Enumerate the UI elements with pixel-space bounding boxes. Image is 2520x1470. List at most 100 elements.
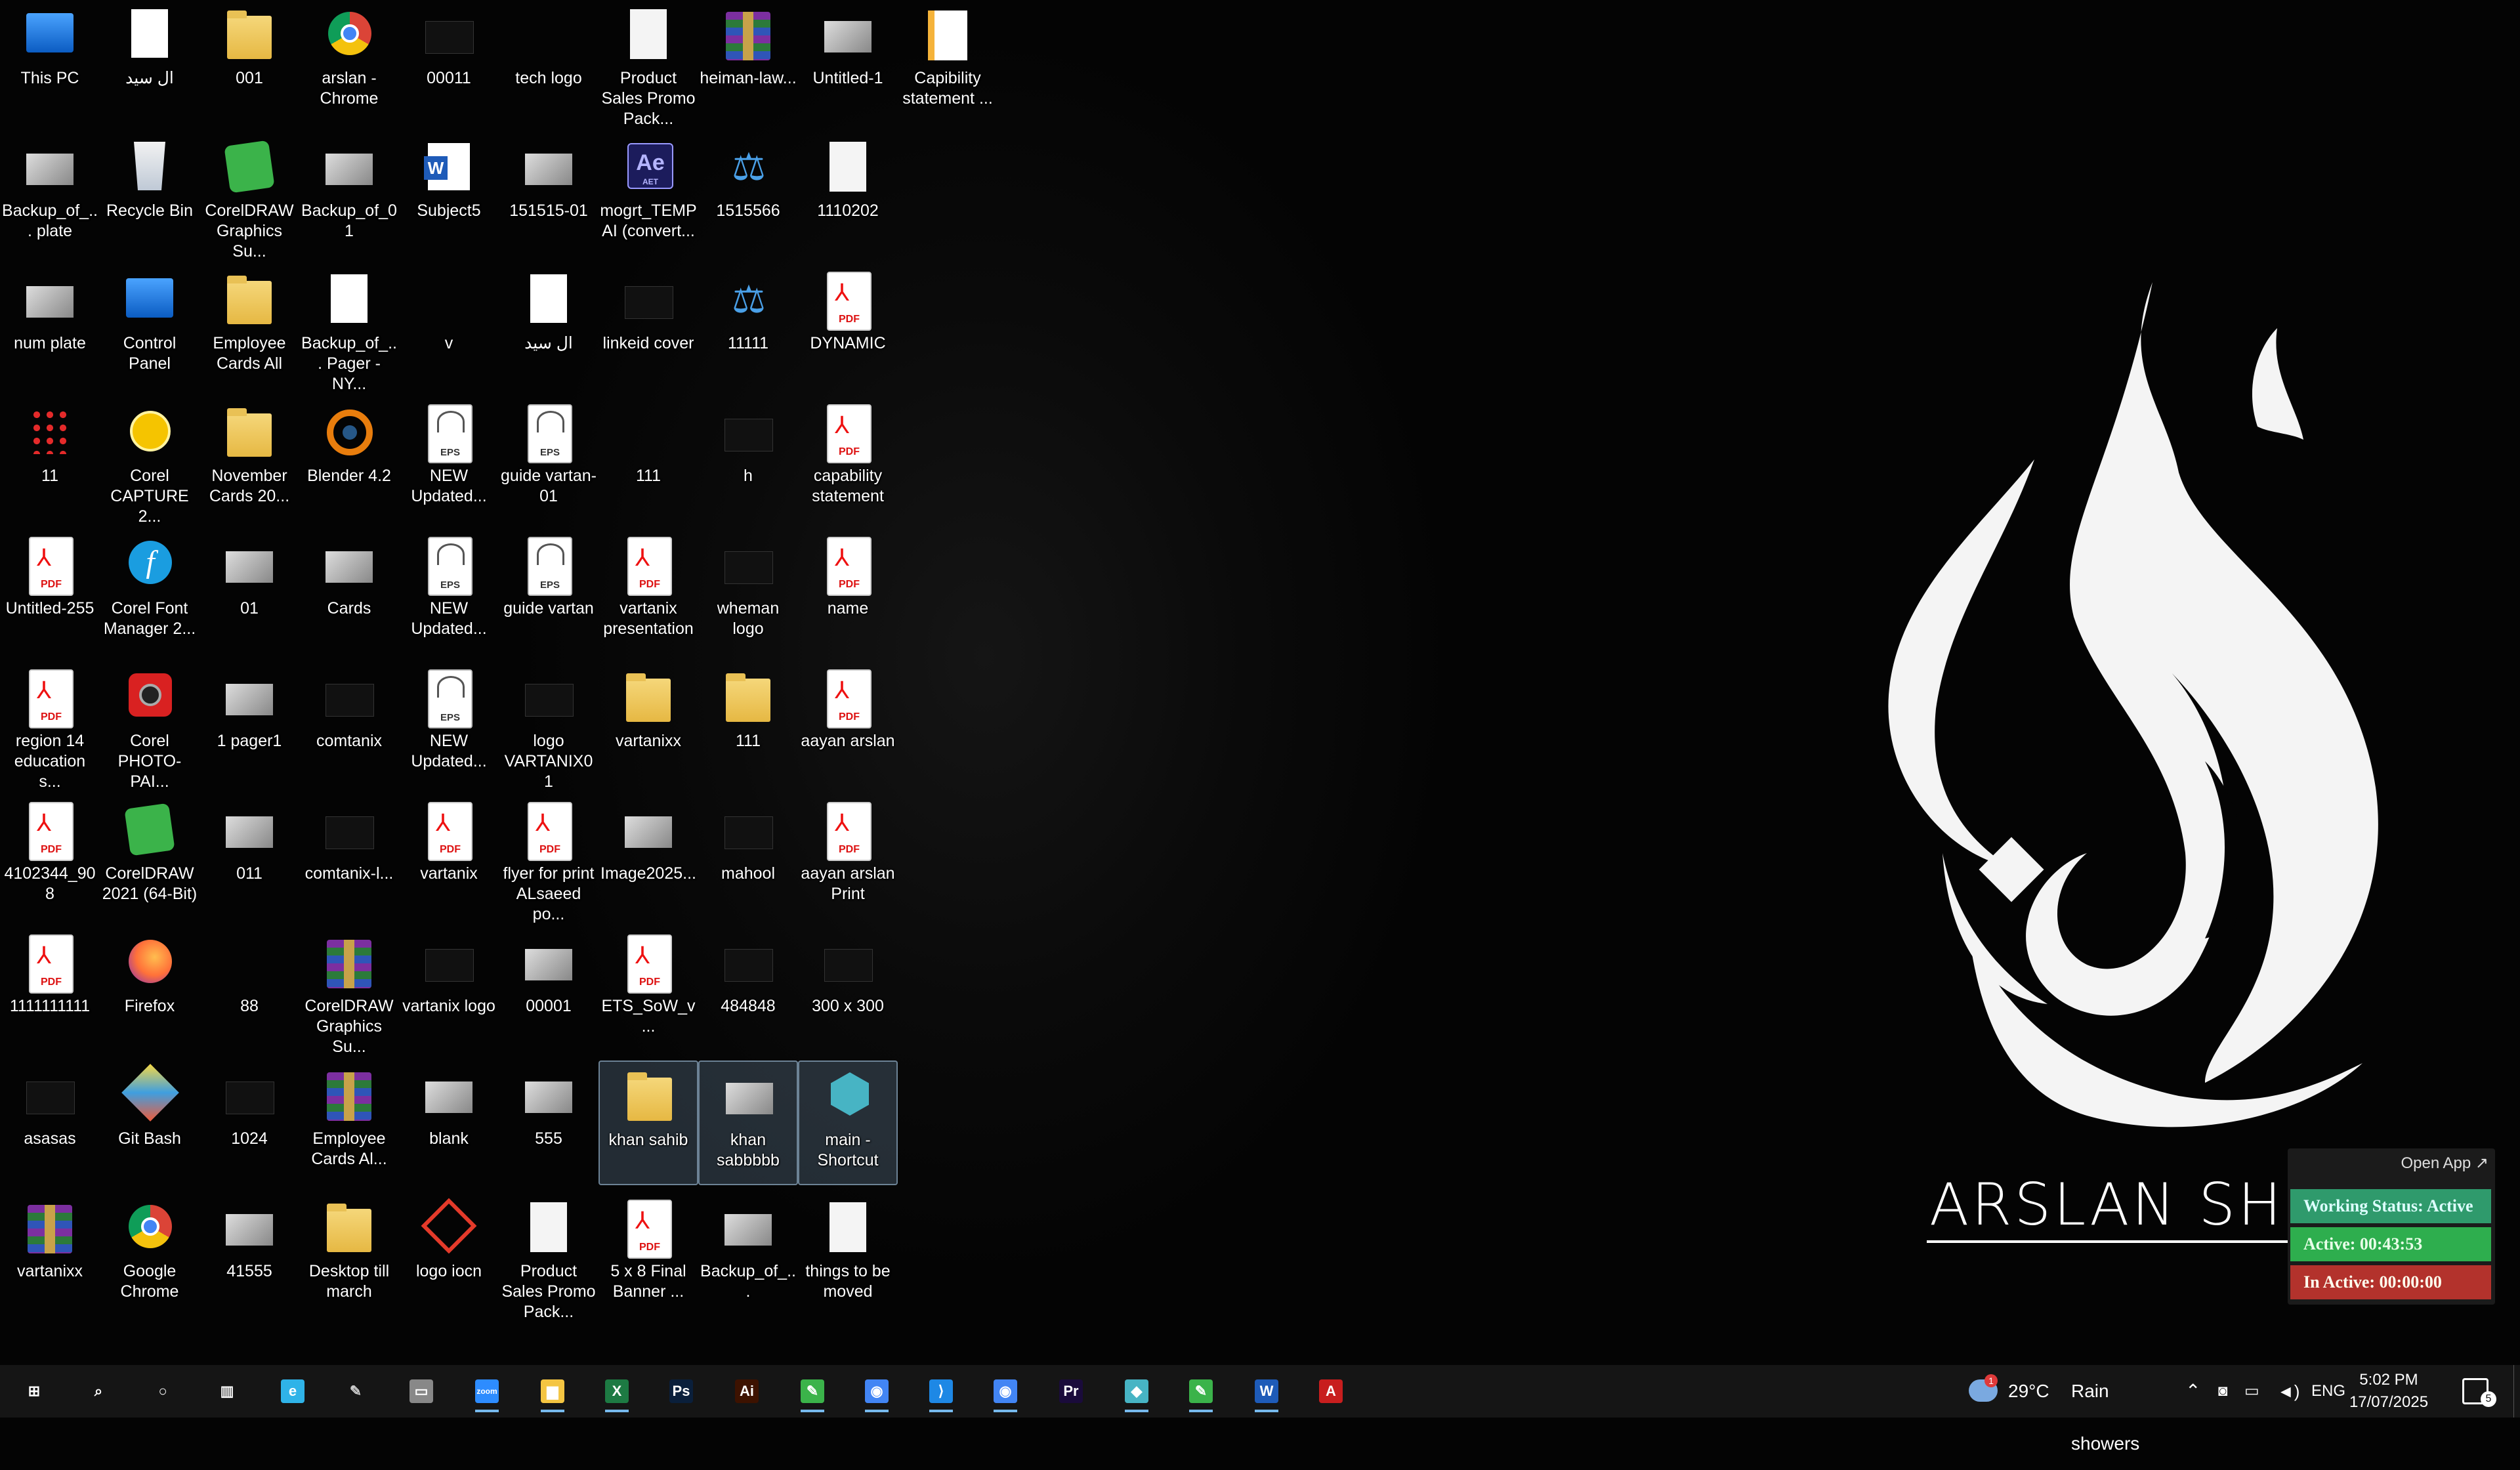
desktop[interactable]: ARSLAN SHEIKH This PC Backup_of_... plate… — [0, 0, 2520, 1365]
desktop-icon-corel-capture-2[interactable]: Corel CAPTURE 2... — [100, 398, 200, 526]
desktop-icon-employee-cards-al[interactable]: Employee Cards Al... — [299, 1060, 399, 1185]
desktop-icon-comtanix[interactable]: comtanix — [299, 663, 399, 788]
taskbar-acrobat-button[interactable]: A — [1310, 1370, 1352, 1412]
desktop-icon-151515-01[interactable]: 151515-01 — [499, 133, 598, 257]
taskbar-illustrator-button[interactable]: Ai — [726, 1370, 768, 1412]
desktop-icon-region-14-education-s[interactable]: ⅄region 14 education s... — [0, 663, 100, 791]
desktop-icon-comtanix-l[interactable]: comtanix-l... — [299, 795, 399, 920]
taskbar-photoshop-button[interactable]: Ps — [660, 1370, 702, 1412]
desktop-icon-blender-4-2[interactable]: Blender 4.2 — [299, 398, 399, 522]
network-icon[interactable]: ▭ — [2244, 1365, 2259, 1418]
desktop-icon-wheman-logo[interactable]: wheman logo — [698, 530, 798, 655]
desktop-icon-vartanix-logo[interactable]: vartanix logo — [399, 928, 499, 1053]
taskbar-chrome-profile-button[interactable]: ◉ — [984, 1370, 1026, 1412]
taskbar-terminal-button[interactable]: ▭ — [400, 1370, 442, 1412]
desktop-icon-corel-photo-pai[interactable]: Corel PHOTO-PAI... — [100, 663, 200, 791]
desktop-icon-coreldraw-graphics-su[interactable]: CorelDRAW Graphics Su... — [200, 133, 299, 261]
desktop-icon-new-updated[interactable]: NEW Updated... — [399, 398, 499, 522]
desktop-icon-h[interactable]: h — [698, 398, 798, 522]
desktop-icon-ال-سيد[interactable]: ال سيد — [499, 265, 598, 390]
desktop-icon-flyer-for-print-alsaeed-po[interactable]: ⅄flyer for print ALsaeed po... — [499, 795, 598, 923]
desktop-icon-1024[interactable]: 1024 — [200, 1060, 299, 1185]
taskbar-premiere-button[interactable]: Pr — [1050, 1370, 1092, 1412]
meet-now-icon[interactable]: ◙ — [2218, 1365, 2228, 1418]
desktop-icon-control-panel[interactable]: Control Panel — [100, 265, 200, 390]
desktop-icon-1-pager1[interactable]: 1 pager1 — [200, 663, 299, 788]
desktop-icon-logo-iocn[interactable]: logo iocn — [399, 1193, 499, 1318]
taskbar-app-cube-button[interactable]: ◆ — [1116, 1370, 1158, 1412]
desktop-icon-ets-sow-v[interactable]: ⅄ETS_SoW_v... — [598, 928, 698, 1053]
desktop-icon-backup-of-01[interactable]: Backup_of_01 — [299, 133, 399, 257]
desktop-icon-vartanix[interactable]: ⅄ vartanix — [399, 795, 499, 920]
desktop-icon-guide-vartan[interactable]: guide vartan — [499, 530, 598, 655]
desktop-icon-new-updated[interactable]: NEW Updated... — [399, 530, 499, 655]
clock[interactable]: 5:02 PM 17/07/2025 — [2336, 1369, 2441, 1414]
taskbar-chrome-button[interactable]: ◉ — [856, 1370, 898, 1412]
taskbar-pen-button[interactable]: ✎ — [335, 1370, 377, 1412]
desktop-icon-4102344-908[interactable]: ⅄4102344_908 — [0, 795, 100, 920]
desktop-icon-heiman-law[interactable]: heiman-law... — [698, 0, 798, 125]
desktop-icon-ال-سيد[interactable]: ال سيد — [100, 0, 200, 125]
desktop-icon-asasas[interactable]: asasas — [0, 1060, 100, 1185]
desktop-icon-5-x-8-final-banner[interactable]: ⅄5 x 8 Final Banner ... — [598, 1193, 698, 1318]
desktop-icon-coreldraw-graphics-su[interactable]: CorelDRAW Graphics Su... — [299, 928, 399, 1056]
desktop-icon-backup-of-plate[interactable]: Backup_of_... plate — [0, 133, 100, 257]
taskbar-edge-button[interactable]: e — [272, 1370, 314, 1412]
desktop-icon-1110202[interactable]: 1110202 — [798, 133, 898, 257]
desktop-icon-1111111111[interactable]: ⅄ 1111111111 — [0, 928, 100, 1053]
taskbar-vscode-button[interactable]: ⟩ — [920, 1370, 962, 1412]
desktop-icon-41555[interactable]: 41555 — [200, 1193, 299, 1318]
taskbar-start-button[interactable]: ⊞ — [13, 1370, 55, 1412]
taskbar-zoom-button[interactable]: zoom — [466, 1370, 508, 1412]
desktop-icon-blank[interactable]: blank — [399, 1060, 499, 1185]
desktop-icon-11[interactable]: 11 — [0, 398, 100, 522]
desktop-icon-product-sales-promo-pack[interactable]: Product Sales Promo Pack... — [499, 1193, 598, 1321]
show-hidden-icons-chevron-icon[interactable]: ⌃ — [2185, 1365, 2200, 1418]
desktop-icon-tech-logo[interactable]: tech logo — [499, 0, 598, 125]
weather-widget[interactable]: 1 29°C Rain showers — [1962, 1365, 2152, 1454]
desktop-icon-00011[interactable]: 00011 — [399, 0, 499, 125]
desktop-icon-aayan-arslan-print[interactable]: ⅄aayan arslan Print — [798, 795, 898, 920]
desktop-icon-google-chrome[interactable]: Google Chrome — [100, 1193, 200, 1318]
taskbar-coreldraw-2-button[interactable]: ✎ — [1180, 1370, 1222, 1412]
desktop-icon-300-x-300[interactable]: 300 x 300 — [798, 928, 898, 1053]
desktop-icon-firefox[interactable]: Firefox — [100, 928, 200, 1053]
desktop-icon-mahool[interactable]: mahool — [698, 795, 798, 920]
desktop-icon-00001[interactable]: 00001 — [499, 928, 598, 1053]
volume-icon[interactable]: ◄) — [2277, 1365, 2300, 1418]
desktop-icon-001[interactable]: 001 — [200, 0, 299, 125]
desktop-icon-desktop-till-march[interactable]: Desktop till march — [299, 1193, 399, 1318]
desktop-icon-aayan-arslan[interactable]: ⅄ aayan arslan — [798, 663, 898, 788]
desktop-icon-backup-of-pager-ny[interactable]: Backup_of_... Pager - NY... — [299, 265, 399, 393]
desktop-icon-coreldraw-2021-64-bit[interactable]: CorelDRAW 2021 (64-Bit) — [100, 795, 200, 920]
desktop-icon-logo-vartanix01[interactable]: logo VARTANIX01 — [499, 663, 598, 791]
desktop-icon-main-shortcut[interactable]: main - Shortcut — [798, 1060, 898, 1185]
desktop-icon-num-plate[interactable]: num plate — [0, 265, 100, 390]
desktop-icon-git-bash[interactable]: Git Bash — [100, 1060, 200, 1185]
taskbar-file-explorer-button[interactable]: ▆ — [532, 1370, 574, 1412]
desktop-icon-11111[interactable]: ⚖ 11111 — [698, 265, 798, 390]
desktop-icon-vartanix-presentation[interactable]: ⅄vartanix presentation — [598, 530, 698, 655]
desktop-icon-subject5[interactable]: Subject5 — [399, 133, 499, 257]
desktop-icon-111[interactable]: 111 — [698, 663, 798, 788]
desktop-icon-dynamic[interactable]: ⅄ DYNAMIC — [798, 265, 898, 390]
desktop-icon-arslan-chrome[interactable]: arslan - Chrome — [299, 0, 399, 125]
desktop-icon-1515566[interactable]: ⚖ 1515566 — [698, 133, 798, 257]
taskbar-task-view-button[interactable]: ▥ — [206, 1370, 248, 1412]
desktop-icon-01[interactable]: 01 — [200, 530, 299, 655]
desktop-icon-things-to-be-moved[interactable]: things to be moved — [798, 1193, 898, 1318]
desktop-icon-111[interactable]: 111 — [598, 398, 698, 522]
desktop-icon-cards[interactable]: Cards — [299, 530, 399, 655]
desktop-icon-image2025[interactable]: Image2025... — [598, 795, 698, 920]
desktop-icon-product-sales-promo-pack[interactable]: Product Sales Promo Pack... — [598, 0, 698, 128]
desktop-icon-corel-font-manager-2[interactable]: f Corel Font Manager 2... — [100, 530, 200, 655]
taskbar-coreldraw-button[interactable]: ✎ — [791, 1370, 833, 1412]
desktop-icon-484848[interactable]: 484848 — [698, 928, 798, 1053]
show-desktop-button[interactable] — [2513, 1365, 2520, 1418]
desktop-icon-vartanixx[interactable]: vartanixx — [598, 663, 698, 788]
desktop-icon-new-updated[interactable]: NEW Updated... — [399, 663, 499, 788]
desktop-icon-this-pc[interactable]: This PC — [0, 0, 100, 125]
desktop-icon-linkeid-cover[interactable]: linkeid cover — [598, 265, 698, 390]
desktop-icon-guide-vartan-01[interactable]: guide vartan-01 — [499, 398, 598, 522]
desktop-icon-backup-of[interactable]: Backup_of_... — [698, 1193, 798, 1318]
